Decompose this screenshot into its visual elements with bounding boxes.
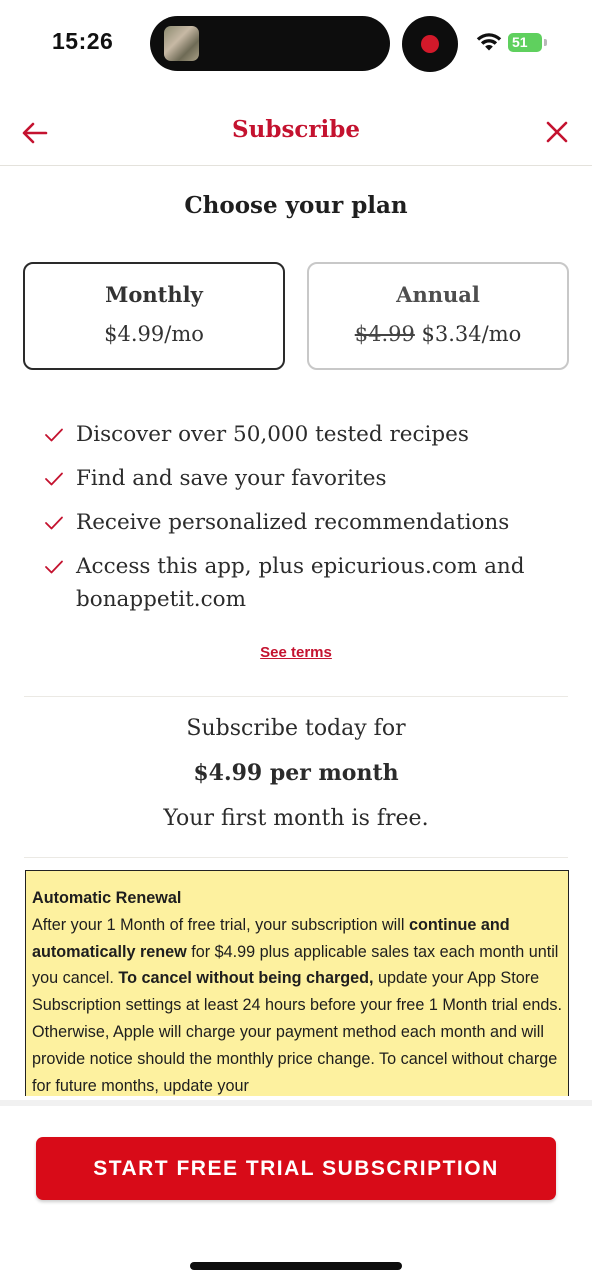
feature-text: Receive personalized recommendations <box>76 510 510 535</box>
dynamic-island <box>150 16 390 71</box>
renewal-text: After your 1 Month of free trial, your s… <box>32 915 409 934</box>
status-bar: 15:26 51 <box>0 0 592 90</box>
footer-separator <box>0 1100 592 1106</box>
original-price: $4.99 <box>354 322 415 346</box>
feature-item: Access this app, plus epicurious.com and… <box>44 550 564 616</box>
plan-heading: Choose your plan <box>184 192 408 219</box>
feature-text: Find and save your favorites <box>76 466 387 491</box>
renewal-bold-text: To cancel without being charged, <box>118 969 374 988</box>
plan-price: $3.34/mo <box>421 322 522 346</box>
battery-cap <box>544 39 547 46</box>
nav-bar: Subscribe <box>0 100 592 166</box>
plan-name: Annual <box>396 282 480 307</box>
plan-price: $4.99/mo <box>104 322 204 346</box>
see-terms-link[interactable]: See terms <box>0 644 592 661</box>
feature-list: Discover over 50,000 tested recipes Find… <box>44 418 564 627</box>
subscribe-summary-line: Subscribe today for <box>186 716 406 741</box>
close-icon[interactable] <box>543 118 571 146</box>
record-icon <box>421 35 439 53</box>
plan-price-row: $4.99 $3.34/mo <box>309 322 567 346</box>
checkmark-icon <box>45 560 63 574</box>
renewal-text: update your App Store Subscription setti… <box>32 969 562 1095</box>
feature-text: Access this app, plus epicurious.com and… <box>76 554 525 612</box>
plan-option-monthly[interactable]: Monthly $4.99/mo <box>23 262 285 370</box>
free-trial-note: Your first month is free. <box>163 806 429 831</box>
feature-item: Find and save your favorites <box>44 462 564 495</box>
divider <box>24 696 568 697</box>
automatic-renewal-notice: Automatic Renewal After your 1 Month of … <box>25 870 569 1096</box>
renewal-body: After your 1 Month of free trial, your s… <box>32 912 562 1096</box>
checkmark-icon <box>45 428 63 442</box>
wifi-icon <box>476 33 502 51</box>
feature-item: Receive personalized recommendations <box>44 506 564 539</box>
home-indicator[interactable] <box>190 1262 402 1270</box>
subscribe-price-summary: $4.99 per month <box>193 760 399 786</box>
plan-name: Monthly <box>105 282 203 307</box>
battery-icon: 51 <box>508 33 542 52</box>
renewal-title: Automatic Renewal <box>32 889 182 907</box>
divider <box>24 857 568 858</box>
screen-recording-indicator <box>402 16 458 72</box>
battery-level: 51 <box>512 34 528 50</box>
checkmark-icon <box>45 472 63 486</box>
feature-item: Discover over 50,000 tested recipes <box>44 418 564 451</box>
status-time: 15:26 <box>52 28 114 54</box>
plan-option-annual[interactable]: Annual $4.99 $3.34/mo <box>307 262 569 370</box>
checkmark-icon <box>45 516 63 530</box>
app-thumbnail-icon <box>164 26 199 61</box>
feature-text: Discover over 50,000 tested recipes <box>76 422 469 447</box>
start-free-trial-button[interactable]: START FREE TRIAL SUBSCRIPTION <box>36 1137 556 1200</box>
page-title: Subscribe <box>232 116 360 143</box>
